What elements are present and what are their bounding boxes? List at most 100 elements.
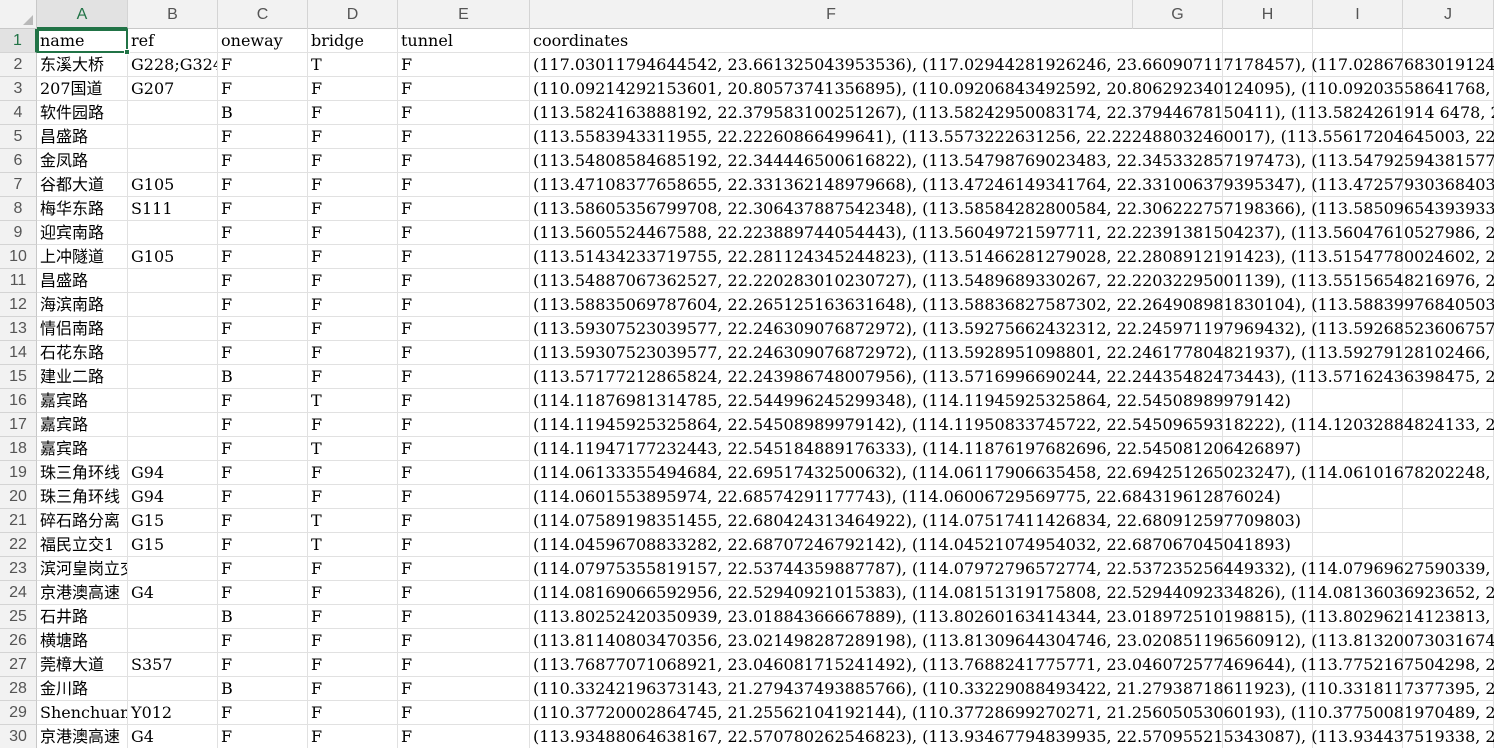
table-cell[interactable]: 石井路 [37,605,128,629]
column-header-h[interactable]: H [1223,0,1313,29]
table-cell[interactable]: F [398,149,530,173]
table-cell[interactable]: Shenchuan [37,701,128,725]
row-number[interactable]: 2 [0,53,37,77]
row-number[interactable]: 21 [0,509,37,533]
table-cell[interactable]: (113.76877071068921, 23.046081715241492)… [530,653,1494,677]
table-cell[interactable]: (113.57177212865824, 22.243986748007956)… [530,365,1494,389]
table-cell[interactable]: (113.51434233719755, 22.281124345244823)… [530,245,1494,269]
header-cell[interactable]: ref [128,29,218,53]
table-cell[interactable]: (110.37720002864745, 21.25562104192144),… [530,701,1494,725]
row-number[interactable]: 1 [0,29,37,53]
table-cell[interactable]: F [218,293,308,317]
table-cell[interactable]: F [218,389,308,413]
table-cell[interactable]: G94 [128,485,218,509]
table-cell[interactable]: (113.58605356799708, 22.306437887542348)… [530,197,1494,221]
row-number[interactable]: 29 [0,701,37,725]
row-number[interactable]: 18 [0,437,37,461]
table-cell[interactable]: F [398,53,530,77]
table-cell[interactable]: F [218,149,308,173]
table-cell[interactable]: F [308,197,398,221]
row-number[interactable]: 23 [0,557,37,581]
table-cell[interactable]: T [308,53,398,77]
table-cell[interactable]: (114.07975355819157, 22.53744359887787),… [530,557,1494,581]
table-cell[interactable] [128,365,218,389]
table-cell[interactable]: F [218,317,308,341]
row-number[interactable]: 15 [0,365,37,389]
table-cell[interactable]: F [308,173,398,197]
table-cell[interactable]: F [398,293,530,317]
table-cell[interactable]: 嘉宾路 [37,413,128,437]
table-cell[interactable]: T [308,437,398,461]
table-cell[interactable]: (114.11876981314785, 22.544996245299348)… [530,389,1494,413]
table-cell[interactable]: G15 [128,533,218,557]
table-cell[interactable]: F [218,125,308,149]
column-header-j[interactable]: J [1403,0,1494,29]
row-number[interactable]: 13 [0,317,37,341]
table-cell[interactable]: F [308,77,398,101]
table-cell[interactable]: F [218,341,308,365]
table-cell[interactable]: 滨河皇岗立交 [37,557,128,581]
table-cell[interactable]: F [398,485,530,509]
table-cell[interactable]: B [218,677,308,701]
table-cell[interactable]: G4 [128,725,218,748]
row-number[interactable]: 5 [0,125,37,149]
table-cell[interactable]: F [218,173,308,197]
table-cell[interactable]: G15 [128,509,218,533]
table-cell[interactable]: F [398,725,530,748]
table-cell[interactable]: F [218,581,308,605]
table-cell[interactable]: F [398,413,530,437]
row-number[interactable]: 16 [0,389,37,413]
row-number[interactable]: 26 [0,629,37,653]
table-cell[interactable]: F [398,581,530,605]
table-cell[interactable]: F [398,317,530,341]
table-cell[interactable]: G207 [128,77,218,101]
table-cell[interactable]: (113.5605524467588, 22.223889744054443),… [530,221,1494,245]
header-cell[interactable]: oneway [218,29,308,53]
table-cell[interactable] [128,341,218,365]
table-cell[interactable]: (113.59307523039577, 22.246309076872972)… [530,341,1494,365]
table-cell[interactable]: F [218,197,308,221]
table-cell[interactable]: B [218,605,308,629]
table-cell[interactable]: (114.08169066592956, 22.52940921015383),… [530,581,1494,605]
row-number[interactable]: 10 [0,245,37,269]
table-cell[interactable]: 情侣南路 [37,317,128,341]
table-cell[interactable]: F [398,677,530,701]
row-number[interactable]: 11 [0,269,37,293]
table-cell[interactable]: (117.03011794644542, 23.661325043953536)… [530,53,1494,77]
table-cell[interactable]: 嘉宾路 [37,437,128,461]
table-cell[interactable]: 东溪大桥 [37,53,128,77]
table-cell[interactable]: (110.09214292153601, 20.80573741356895),… [530,77,1494,101]
table-cell[interactable]: F [308,725,398,748]
table-cell[interactable]: F [308,653,398,677]
table-cell[interactable]: F [308,149,398,173]
table-cell[interactable]: F [398,197,530,221]
table-cell[interactable]: F [398,269,530,293]
column-header-i[interactable]: I [1313,0,1403,29]
table-cell[interactable] [128,149,218,173]
table-cell[interactable]: G94 [128,461,218,485]
table-cell[interactable]: 石花东路 [37,341,128,365]
header-cell[interactable]: bridge [308,29,398,53]
table-cell[interactable]: F [218,77,308,101]
table-cell[interactable]: F [218,53,308,77]
table-cell[interactable]: (113.47108377658655, 22.331362148979668)… [530,173,1494,197]
table-cell[interactable]: F [308,557,398,581]
table-cell[interactable]: (113.81140803470356, 23.021498287289198)… [530,629,1494,653]
row-number[interactable]: 27 [0,653,37,677]
table-cell[interactable]: F [398,101,530,125]
row-number[interactable]: 14 [0,341,37,365]
table-cell[interactable]: F [218,533,308,557]
table-cell[interactable] [128,605,218,629]
table-cell[interactable]: F [308,677,398,701]
table-cell[interactable]: F [218,557,308,581]
table-cell[interactable]: 珠三角环线 [37,461,128,485]
table-cell[interactable]: 软件园路 [37,101,128,125]
table-cell[interactable]: (114.04596708833282, 22.68707246792142),… [530,533,1494,557]
table-cell[interactable]: G105 [128,245,218,269]
table-cell[interactable]: F [218,461,308,485]
row-number[interactable]: 28 [0,677,37,701]
table-cell[interactable]: (113.54887067362527, 22.220283010230727)… [530,269,1494,293]
table-cell[interactable]: F [308,461,398,485]
table-cell[interactable]: F [398,461,530,485]
table-cell[interactable]: F [308,101,398,125]
